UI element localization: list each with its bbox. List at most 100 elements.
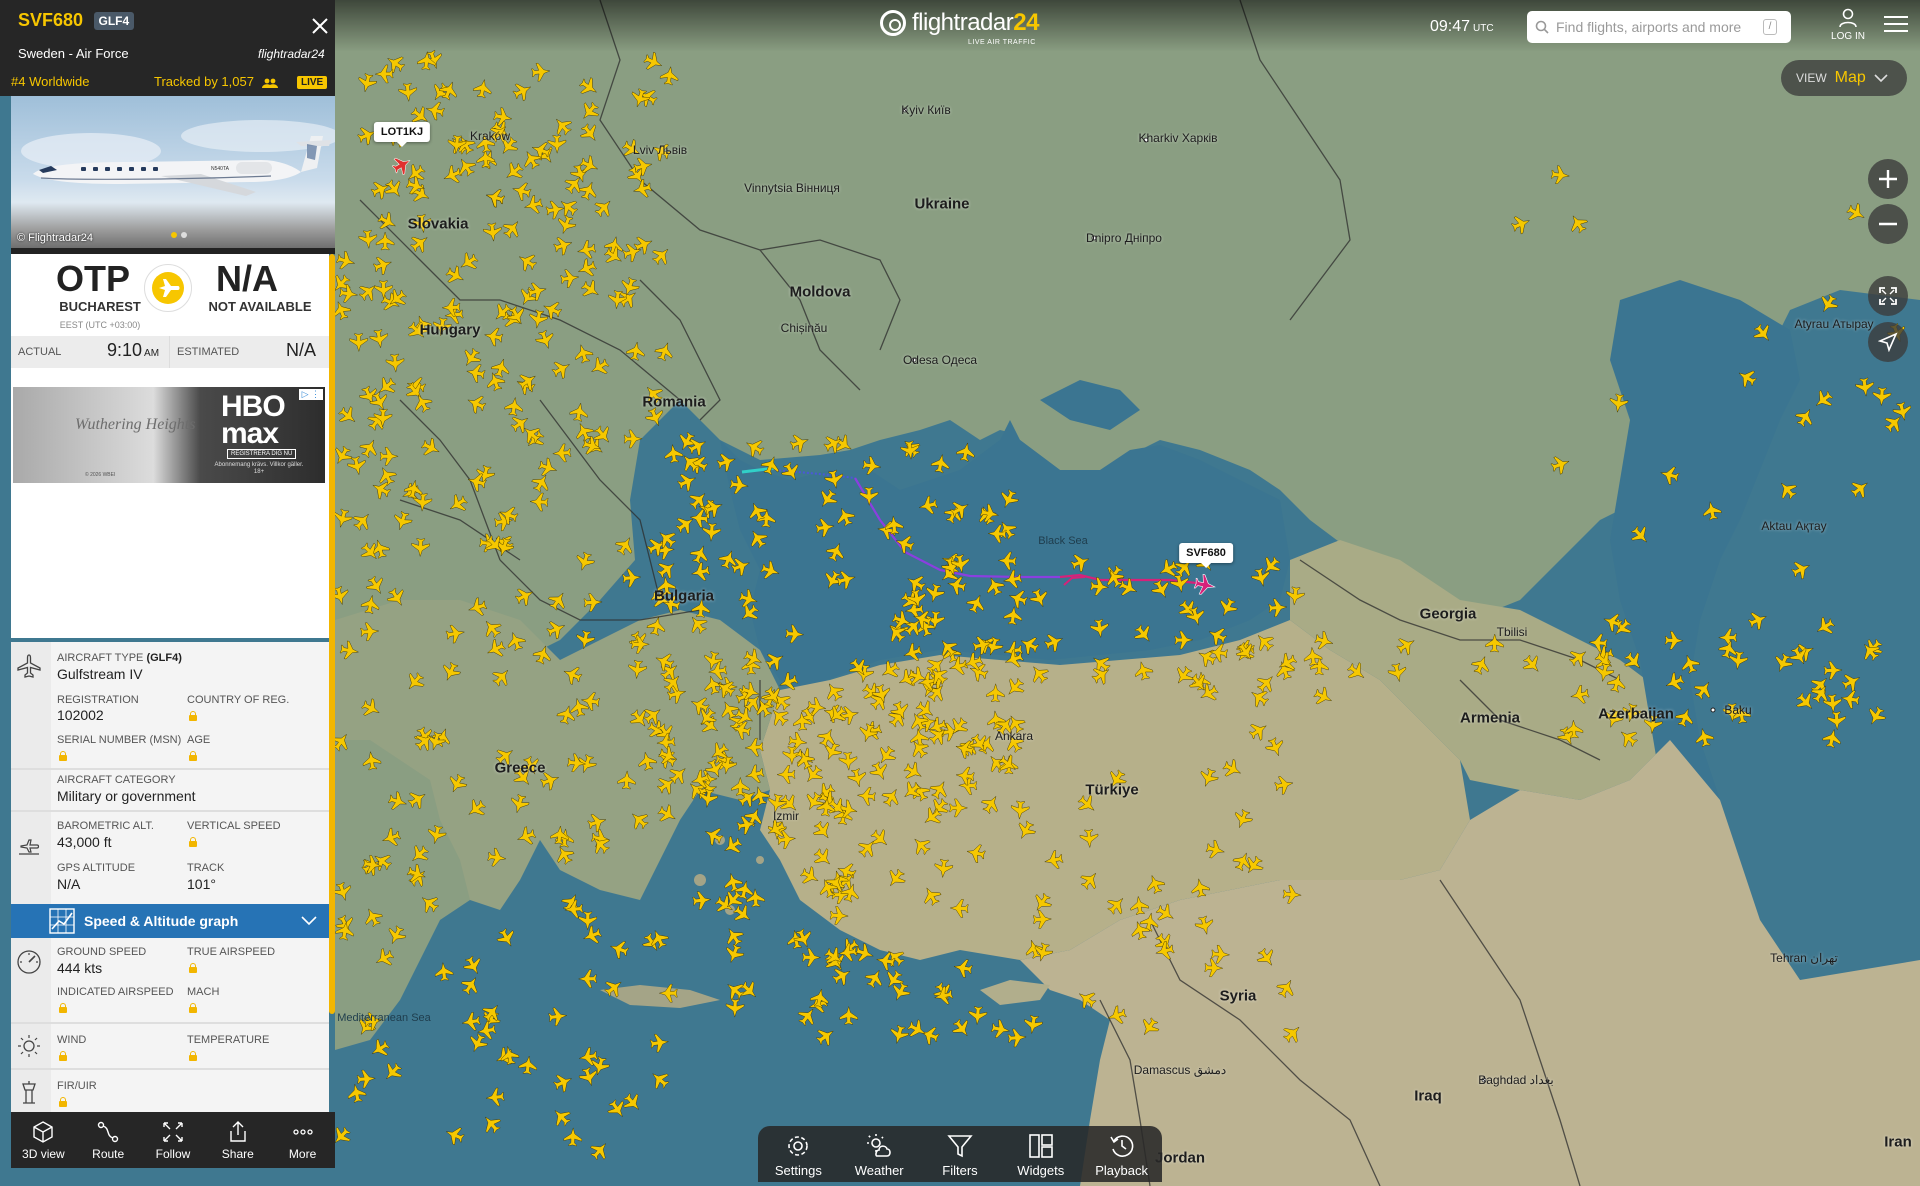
destination-city: NOT AVAILABLE <box>208 299 312 314</box>
lock-icon[interactable] <box>189 963 197 973</box>
clock-zone: UTC <box>1473 23 1494 34</box>
panel-scrollbar[interactable] <box>329 254 335 1014</box>
playback-icon <box>1109 1135 1133 1157</box>
follow-button[interactable]: Follow <box>143 1120 203 1161</box>
registration-value[interactable]: 102002 <box>57 707 104 723</box>
baro-alt-label: BAROMETRIC ALT. <box>57 820 154 832</box>
weather-button[interactable]: Weather <box>844 1132 914 1178</box>
zoom-in-button[interactable] <box>1868 159 1908 199</box>
gps-alt-value: N/A <box>57 876 81 892</box>
actual-time-value: 9:10 <box>107 340 143 360</box>
zoom-out-button[interactable] <box>1868 204 1908 244</box>
map-label-iran: Iran <box>1884 1133 1912 1151</box>
gps-alt-label: GPS ALTITUDE <box>57 862 136 874</box>
hamburger-menu-icon[interactable] <box>1884 16 1908 36</box>
lock-icon[interactable] <box>189 751 197 761</box>
ad-title: Wuthering Heights <box>75 416 196 433</box>
widgets-button[interactable]: Widgets <box>1006 1132 1076 1178</box>
origin-code[interactable]: OTP <box>56 258 130 300</box>
selected-flight-callout[interactable]: SVF680 <box>1179 543 1233 568</box>
mach-label: MACH <box>187 986 220 998</box>
search-input[interactable] <box>1556 19 1756 35</box>
lot1kj-callout[interactable]: LOT1KJ <box>373 122 431 147</box>
gulfstream-image: N540TA <box>21 120 335 196</box>
baro-alt-value: 43,000 ft <box>57 834 112 850</box>
close-icon[interactable] <box>310 16 330 36</box>
lock-icon[interactable] <box>59 751 67 761</box>
photo-dot-active[interactable] <box>171 232 177 238</box>
flightradar24-logo[interactable]: flightradar24 LIVE AIR TRAFFIC <box>880 9 1039 46</box>
lock-icon[interactable] <box>189 711 197 721</box>
map-label-krakow: Kraków <box>469 129 511 143</box>
lock-icon[interactable] <box>59 1003 67 1013</box>
hbo-max-advertisement[interactable]: Wuthering Heights HBO max REGISTRERA DIG… <box>13 387 325 483</box>
filter-icon <box>947 1135 973 1158</box>
actual-label: ACTUAL <box>18 346 62 358</box>
photo-pagination[interactable] <box>171 232 187 238</box>
speed-altitude-graph-toggle[interactable]: Speed & Altitude graph <box>11 904 329 938</box>
actual-time: 9:10 AM <box>107 340 159 361</box>
flight-rank[interactable]: #4 Worldwide <box>11 74 90 89</box>
fir-label: FIR/UIR <box>57 1080 97 1092</box>
aircraft-photo[interactable]: N540TA © Flightradar24 <box>11 96 335 248</box>
map-label-izmir: Izmir <box>773 809 799 823</box>
utc-clock: 09:47 UTC <box>1430 18 1494 36</box>
map-label-black-sea: Black Sea <box>1038 535 1088 547</box>
location-arrow-icon <box>1878 332 1898 352</box>
my-location-button[interactable] <box>1868 322 1908 362</box>
chevron-down-icon <box>301 916 317 926</box>
city-dot <box>1710 707 1716 713</box>
tracked-count[interactable]: Tracked by 1,057 <box>154 74 278 89</box>
ground-speed-label: GROUND SPEED <box>57 946 147 958</box>
vspeed-label: VERTICAL SPEED <box>187 820 281 832</box>
track-label: TRACK <box>187 862 225 874</box>
logo-text: flightradar <box>912 9 1014 36</box>
more-button[interactable]: More <box>273 1120 333 1161</box>
lock-icon[interactable] <box>189 1003 197 1013</box>
lock-icon[interactable] <box>189 837 197 847</box>
user-icon <box>1839 8 1857 28</box>
filters-button[interactable]: Filters <box>925 1132 995 1178</box>
map-label-damascus: Damascus دمشق <box>1133 1063 1227 1077</box>
estimated-label: ESTIMATED <box>177 346 240 358</box>
lock-icon[interactable] <box>59 1051 67 1061</box>
route-button[interactable]: Route <box>78 1120 138 1161</box>
lock-icon[interactable] <box>189 1051 197 1061</box>
map-label-tbilisi: Tbilisi <box>1496 625 1528 639</box>
settings-label: Settings <box>774 1163 822 1178</box>
gear-icon <box>788 1136 809 1156</box>
minus-icon <box>1879 222 1897 226</box>
weather-icon <box>867 1134 891 1157</box>
aircraft-section: AIRCRAFT TYPE (GLF4) Gulfstream IV REGIS… <box>11 642 329 770</box>
graph-icon <box>49 908 75 934</box>
weather-label: Weather <box>854 1163 904 1178</box>
share-button[interactable]: Share <box>208 1120 268 1161</box>
flight-detail-panel: SVF680 GLF4 Sweden - Air Force flightrad… <box>0 0 335 1170</box>
playback-button[interactable]: Playback <box>1087 1132 1157 1178</box>
panel-header: SVF680 GLF4 Sweden - Air Force flightrad… <box>0 0 335 96</box>
brand-watermark: flightradar24 <box>258 47 325 61</box>
lock-icon[interactable] <box>59 1097 67 1107</box>
radar-logo-icon <box>880 10 906 36</box>
map-label-moldova: Moldova <box>789 283 851 301</box>
flight-details: AIRCRAFT TYPE (GLF4) Gulfstream IV REGIS… <box>11 642 329 1112</box>
map-label-baghdad: Baghdad بغداد <box>1478 1073 1554 1087</box>
category-section: AIRCRAFT CATEGORY Military or government <box>11 770 329 812</box>
map-label-ukraine: Ukraine <box>914 195 970 213</box>
ad-choices-icon[interactable]: ▷ ⋮ <box>298 389 323 400</box>
map-label-armenia: Armenia <box>1459 709 1521 727</box>
map-label-baku: Baku <box>1724 703 1752 717</box>
view-selector[interactable]: VIEW Map <box>1781 60 1907 96</box>
settings-button[interactable]: Settings <box>763 1132 833 1178</box>
search-box[interactable]: / <box>1527 11 1791 43</box>
aircraft-type-value: Gulfstream IV <box>57 666 143 682</box>
fullscreen-button[interactable] <box>1868 276 1908 316</box>
estimated-time: N/A <box>286 340 317 360</box>
flight-callsign: SVF680 <box>18 10 84 30</box>
login-button[interactable]: LOG IN <box>1824 8 1872 42</box>
photo-dot[interactable] <box>181 232 187 238</box>
share-label: Share <box>221 1146 254 1161</box>
map-label-mediterranean: Mediterranean Sea <box>337 1012 431 1024</box>
3d-view-button[interactable]: 3D view <box>13 1120 73 1161</box>
registration-label: REGISTRATION <box>57 694 139 706</box>
